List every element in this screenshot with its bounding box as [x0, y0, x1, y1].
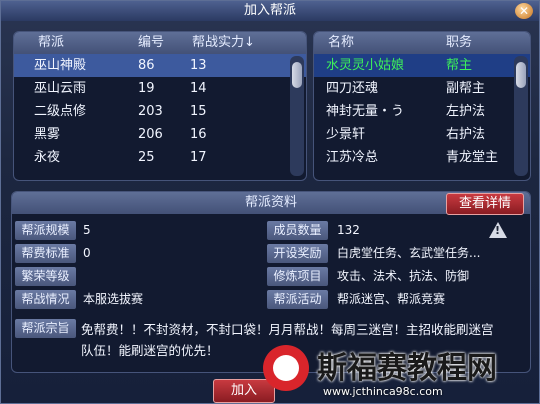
watermark-logo-icon [263, 345, 309, 391]
prosperity-label: 繁荣等级 [15, 267, 76, 286]
faction-row[interactable]: 黑雾 206 16 [14, 123, 306, 146]
faction-name: 二级点修 [34, 104, 87, 119]
faction-power: 16 [190, 127, 207, 142]
scale-value: 5 [83, 223, 91, 237]
member-row[interactable]: 神封无量・う 左护法 [314, 100, 530, 123]
fee-label: 帮费标准 [15, 244, 76, 263]
warning-mark-icon: ! [495, 224, 501, 237]
faction-list-panel: 帮派 编号 帮战实力↓ 巫山神殿 86 13 巫山云雨 19 14 二级点修 2… [13, 31, 307, 181]
member-list-panel: 名称 职务 水灵灵小姑娘 帮主 四刀还魂 副帮主 神封无量・う 左护法 少景轩 … [313, 31, 531, 181]
faction-info-header: 帮派资料 查看详情 [12, 192, 530, 215]
member-list-scrollbar[interactable] [514, 56, 528, 176]
member-name: 江苏冷总 [326, 150, 379, 165]
members-label: 成员数量 [267, 221, 328, 240]
column-header-power[interactable]: 帮战实力↓ [192, 32, 255, 54]
faction-name: 巫山云雨 [34, 81, 87, 96]
faction-row[interactable]: 巫山云雨 19 14 [14, 77, 306, 100]
activity-label: 帮派活动 [267, 290, 328, 309]
faction-power: 17 [190, 150, 207, 165]
member-role: 副帮主 [446, 81, 486, 96]
member-role: 青龙堂主 [446, 150, 499, 165]
column-header-name[interactable]: 名称 [328, 32, 354, 54]
member-role: 帮主 [446, 58, 473, 73]
close-icon[interactable]: ✕ [515, 3, 533, 19]
reward-label: 开设奖励 [267, 244, 328, 263]
reward-value: 白虎堂任务、玄武堂任务... [337, 246, 481, 260]
fee-value: 0 [83, 246, 91, 260]
window-titlebar: 加入帮派 ✕ [1, 1, 539, 21]
faction-row[interactable]: 永夜 25 17 [14, 146, 306, 169]
member-role: 右护法 [446, 127, 486, 142]
activity-value: 帮派迷宫、帮派竞赛 [337, 292, 446, 306]
member-row[interactable]: 少景轩 右护法 [314, 123, 530, 146]
faction-id: 86 [138, 58, 155, 73]
scale-label: 帮派规模 [15, 221, 76, 240]
member-list-scroll-thumb[interactable] [516, 62, 526, 88]
member-list-header: 名称 职务 [314, 32, 530, 54]
member-row[interactable]: 水灵灵小姑娘 帮主 [314, 54, 530, 77]
faction-name: 黑雾 [34, 127, 61, 142]
column-header-faction[interactable]: 帮派 [38, 32, 64, 54]
faction-id: 19 [138, 81, 155, 96]
member-name: 神封无量・う [326, 104, 405, 119]
join-faction-window: 加入帮派 ✕ 帮派 编号 帮战实力↓ 巫山神殿 86 13 巫山云雨 19 14… [0, 0, 540, 404]
faction-id: 25 [138, 150, 155, 165]
training-label: 修炼项目 [267, 267, 328, 286]
faction-power: 14 [190, 81, 207, 96]
column-header-role[interactable]: 职务 [446, 32, 472, 54]
window-title: 加入帮派 [243, 3, 296, 18]
faction-row[interactable]: 巫山神殿 86 13 [14, 54, 306, 77]
war-value: 本服选拔赛 [83, 292, 144, 306]
column-header-id[interactable]: 编号 [138, 32, 164, 54]
faction-name: 永夜 [34, 150, 61, 165]
member-row[interactable]: 四刀还魂 副帮主 [314, 77, 530, 100]
view-details-button[interactable]: 查看详情 [446, 193, 524, 215]
war-label: 帮战情况 [15, 290, 76, 309]
faction-list-scroll-thumb[interactable] [292, 62, 302, 88]
member-role: 左护法 [446, 104, 486, 119]
member-name: 少景轩 [326, 127, 366, 142]
faction-row[interactable]: 二级点修 203 15 [14, 100, 306, 123]
motto-label: 帮派宗旨 [15, 319, 76, 338]
faction-name: 巫山神殿 [34, 58, 87, 73]
faction-list-header: 帮派 编号 帮战实力↓ [14, 32, 306, 54]
members-value: 132 [337, 223, 360, 237]
watermark: 斯福赛教程网 www.jcthinca98c.com [263, 343, 539, 403]
member-name: 水灵灵小姑娘 [326, 58, 405, 73]
member-row[interactable]: 江苏冷总 青龙堂主 [314, 146, 530, 169]
faction-list-scrollbar[interactable] [290, 56, 304, 176]
watermark-text: 斯福赛教程网 [317, 351, 497, 386]
watermark-url: www.jcthinca98c.com [323, 385, 443, 398]
faction-info-title: 帮派资料 [244, 195, 297, 210]
faction-power: 13 [190, 58, 207, 73]
faction-power: 15 [190, 104, 207, 119]
member-name: 四刀还魂 [326, 81, 379, 96]
training-value: 攻击、法术、抗法、防御 [337, 269, 470, 283]
faction-id: 206 [138, 127, 163, 142]
faction-id: 203 [138, 104, 163, 119]
